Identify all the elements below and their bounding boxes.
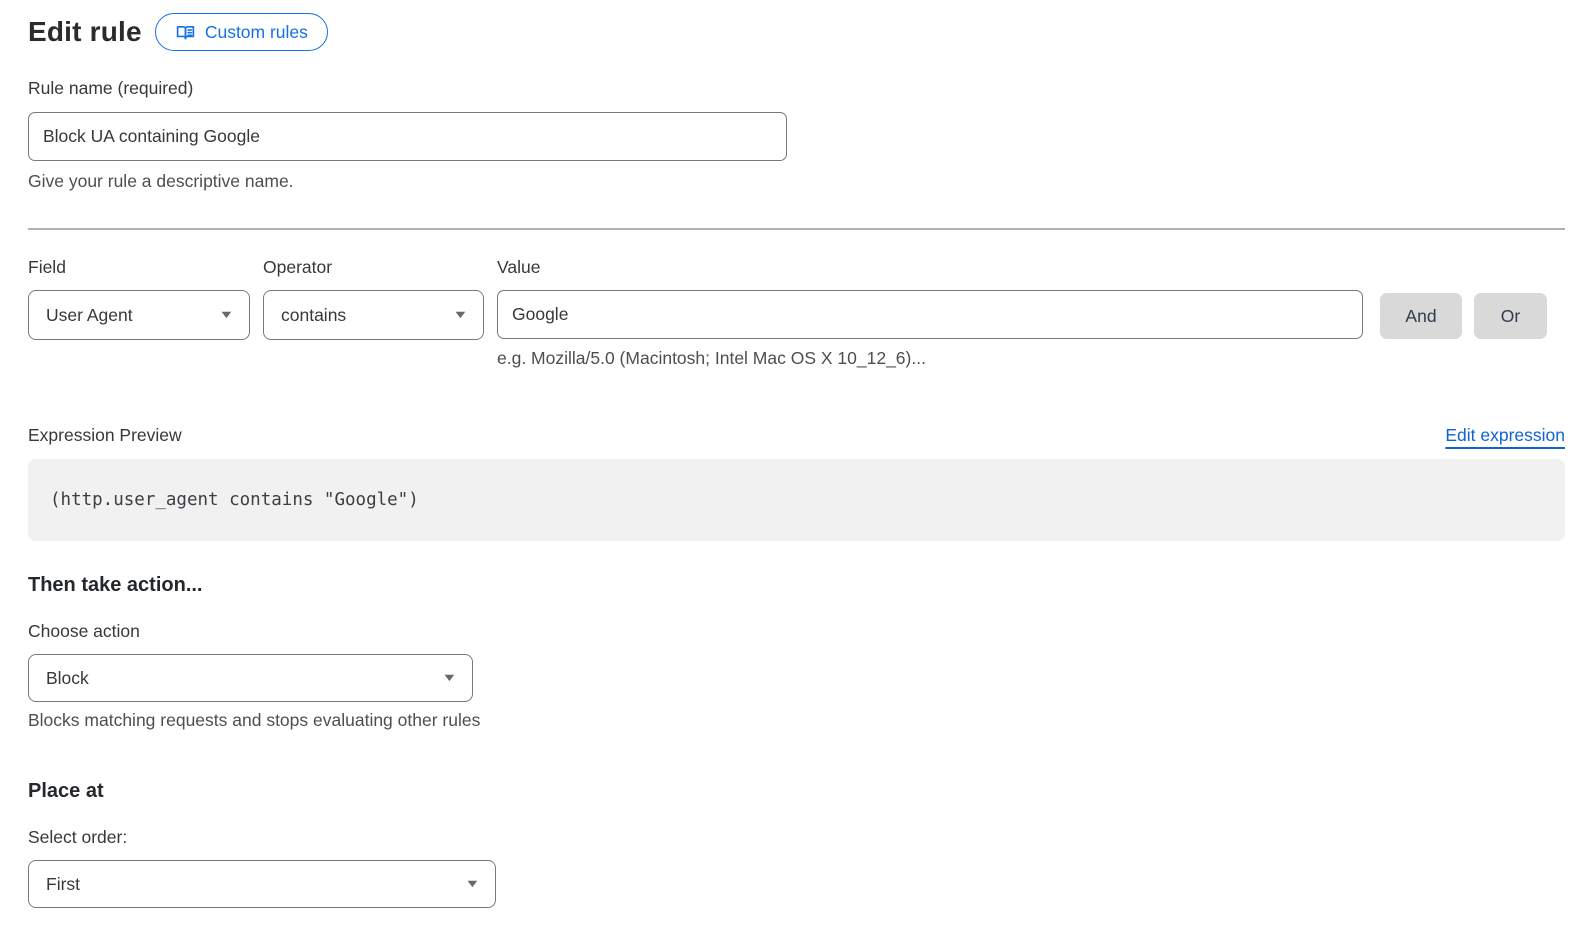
order-select-value: First	[46, 874, 80, 895]
rule-name-label: Rule name (required)	[28, 78, 1565, 99]
page-title: Edit rule	[28, 16, 142, 48]
expression-preview-header: Expression Preview Edit expression	[28, 425, 1565, 446]
custom-rules-button[interactable]: Custom rules	[155, 13, 328, 51]
value-helper: e.g. Mozilla/5.0 (Macintosh; Intel Mac O…	[497, 348, 1565, 369]
edit-rule-page: Edit rule Custom rules Rule name (requir…	[0, 0, 1587, 952]
chevron-down-icon: ▼	[218, 310, 234, 321]
open-book-icon	[175, 22, 196, 43]
rule-name-helper: Give your rule a descriptive name.	[28, 171, 1565, 192]
select-order-label: Select order:	[28, 827, 1565, 848]
expression-code: (http.user_agent contains "Google")	[50, 490, 419, 510]
builder-controls-row: User Agent ▼ contains ▼ And Or	[28, 290, 1565, 340]
chevron-down-icon: ▼	[464, 879, 480, 890]
value-input[interactable]	[497, 290, 1363, 339]
order-select[interactable]: First ▼	[28, 860, 496, 908]
operator-select-value: contains	[281, 305, 346, 326]
section-divider	[28, 228, 1565, 230]
edit-rule-form: Edit rule Custom rules Rule name (requir…	[28, 13, 1565, 908]
action-helper: Blocks matching requests and stops evalu…	[28, 710, 1565, 731]
edit-expression-link[interactable]: Edit expression	[1445, 425, 1565, 446]
builder-labels-row: Field Operator Value	[28, 257, 1565, 278]
chevron-down-icon: ▼	[452, 310, 468, 321]
place-at-heading: Place at	[28, 780, 1565, 803]
page-header: Edit rule Custom rules	[28, 13, 1565, 51]
custom-rules-button-label: Custom rules	[205, 22, 308, 43]
value-label: Value	[497, 257, 540, 278]
field-select[interactable]: User Agent ▼	[28, 290, 250, 340]
chevron-down-icon: ▼	[441, 673, 457, 684]
action-section-heading: Then take action...	[28, 574, 1565, 597]
action-select-value: Block	[46, 668, 89, 689]
or-button[interactable]: Or	[1474, 293, 1547, 339]
operator-select[interactable]: contains ▼	[263, 290, 484, 340]
operator-label: Operator	[263, 257, 497, 278]
expression-preview-box: (http.user_agent contains "Google")	[28, 459, 1565, 541]
field-select-value: User Agent	[46, 305, 133, 326]
choose-action-label: Choose action	[28, 621, 1565, 642]
field-label: Field	[28, 257, 263, 278]
action-select[interactable]: Block ▼	[28, 654, 473, 702]
expression-preview-label: Expression Preview	[28, 425, 182, 446]
and-button[interactable]: And	[1380, 293, 1462, 339]
rule-name-input[interactable]	[28, 112, 787, 161]
